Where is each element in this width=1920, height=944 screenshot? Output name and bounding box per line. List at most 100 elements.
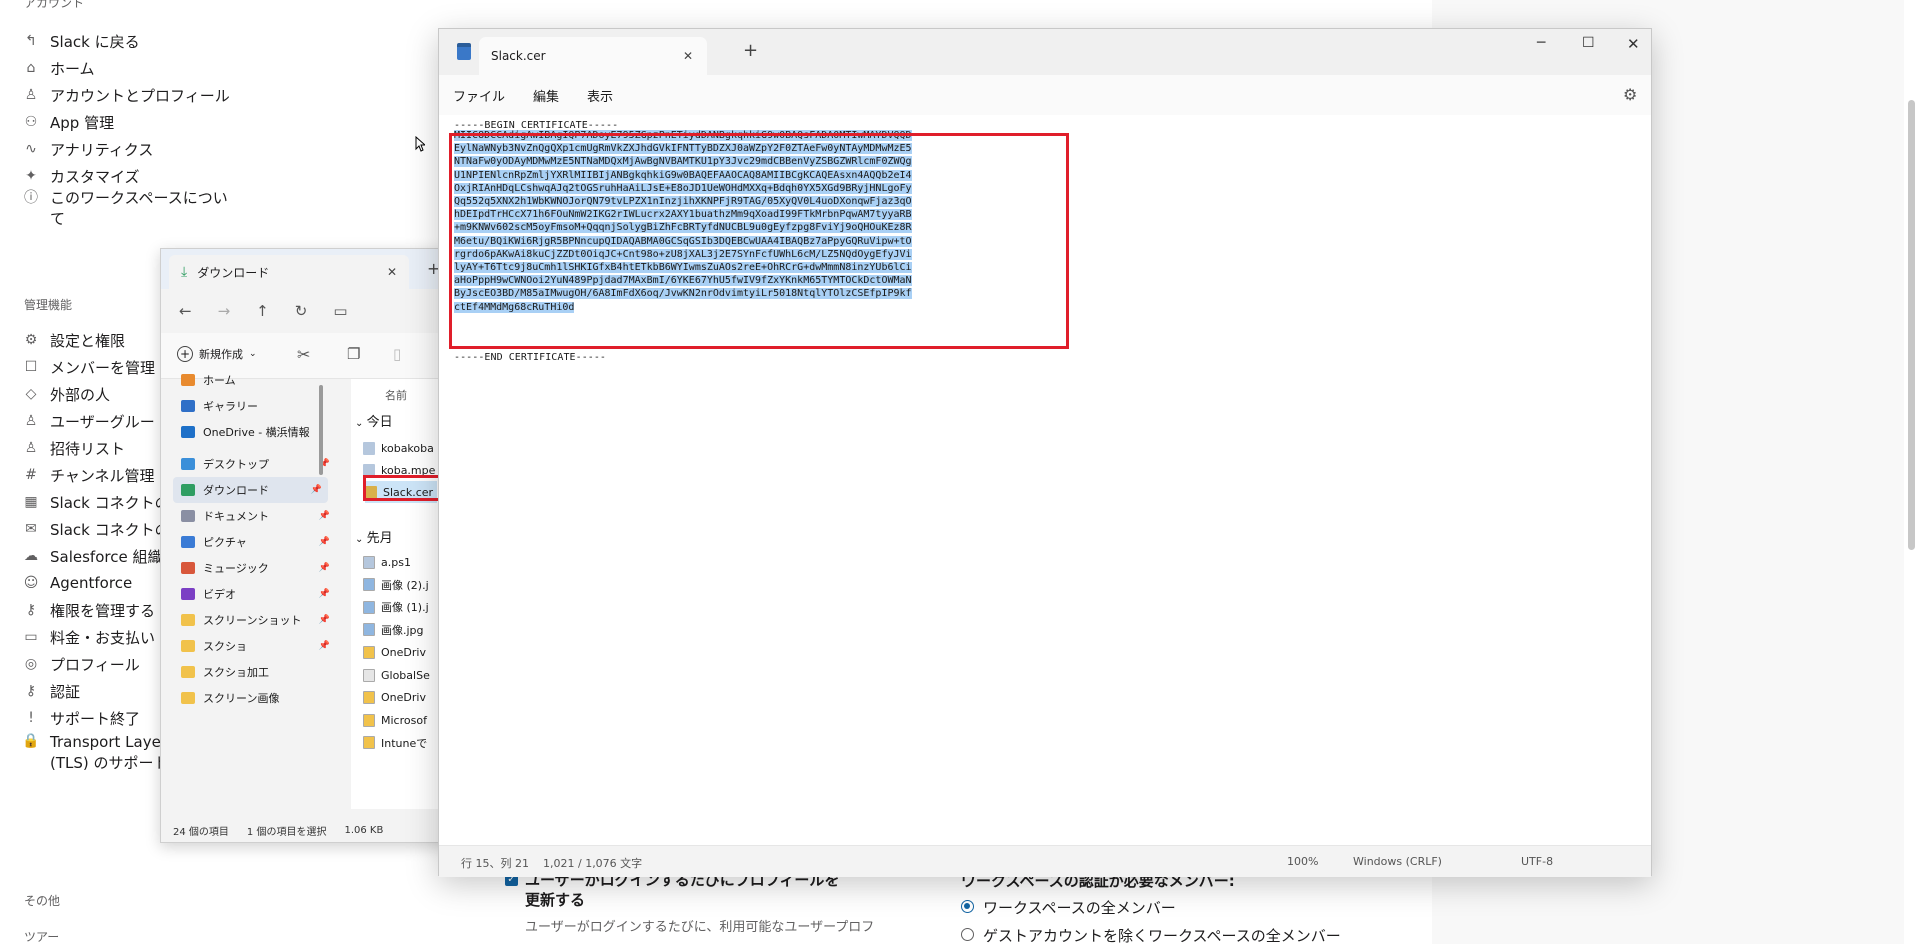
sidebar-admin-item-billing[interactable]: ▭ 料金・お支払い [22, 623, 155, 651]
nav-item[interactable]: ダウンロード 📌 [173, 477, 328, 503]
up-icon[interactable]: ↑ [256, 302, 269, 320]
sidebar-admin-item-slack-connect[interactable]: ▦ Slack コネクトの [22, 488, 169, 516]
sidebar-admin-item-external[interactable]: ◇ 外部の人 [22, 380, 110, 408]
file-item[interactable]: 画像.jpg [363, 619, 424, 641]
sidebar-item-person[interactable]: ♙ アカウントとプロフィール [22, 81, 230, 109]
close-tab-icon[interactable]: ✕ [683, 49, 693, 63]
group-last-month[interactable]: ⌄ 先月 [355, 527, 393, 546]
nav-item[interactable]: ビデオ 📌 [181, 581, 336, 607]
sidebar-item-label: アカウントとプロフィール [50, 86, 230, 105]
file-item[interactable]: 画像 (2).j [363, 574, 429, 596]
file-name: Intuneで [381, 736, 428, 750]
back-icon[interactable]: ← [179, 302, 192, 320]
close-window-icon[interactable]: ✕ [1627, 35, 1640, 53]
globe-icon: ◎ [24, 656, 38, 672]
file-item[interactable]: OneDriv [363, 641, 426, 663]
maximize-icon[interactable]: ☐ [1582, 35, 1595, 51]
sidebar-item-back-arrow[interactable]: ↰ Slack に戻る [22, 27, 139, 55]
sidebar-item-analytics[interactable]: ∿ アナリティクス [22, 135, 153, 163]
file-icon [363, 600, 375, 614]
nav-item[interactable]: スクショ加工 [181, 659, 336, 685]
sidebar-admin-item-alert[interactable]: ! サポート終了 [22, 704, 140, 732]
sidebar-item-info[interactable]: ⓘ このワークスペースについて [22, 188, 240, 230]
menu-view[interactable]: 表示 [587, 86, 613, 105]
nav-item-label: ダウンロード [203, 484, 269, 497]
sidebar-admin-item-settings[interactable]: ⚙ 設定と権限 [22, 326, 125, 354]
nav-item[interactable]: ドキュメント 📌 [181, 503, 336, 529]
cert-highlight-box [449, 133, 1069, 349]
sidebar-admin-item-globe[interactable]: ◎ プロフィール [22, 650, 140, 678]
cut-icon[interactable]: ✂ [297, 345, 310, 364]
new-tab-icon[interactable]: + [743, 40, 758, 61]
explorer-tab-title: ダウンロード [197, 265, 270, 280]
notepad-editor[interactable]: -----BEGIN CERTIFICATE----- MIIC8DCCAdig… [439, 115, 1651, 845]
file-item[interactable]: a.ps1 [363, 551, 411, 573]
explorer-navbar: ← → ↑ ↻ ▭ [161, 289, 459, 333]
sidebar-admin-item-invite[interactable]: ♙ 招待リスト [22, 434, 125, 462]
sidebar-admin-item-salesforce[interactable]: ☁ Salesforce 組織 [22, 542, 162, 570]
radio-all-members[interactable] [961, 900, 974, 913]
radio-except-guests[interactable] [961, 928, 974, 941]
file-item[interactable]: 画像 (1).j [363, 596, 429, 618]
file-item[interactable]: Intuneで [363, 732, 427, 754]
sidebar-admin-item-mail[interactable]: ✉ Slack コネクトの [22, 515, 169, 543]
close-tab-icon[interactable]: ✕ [387, 265, 397, 279]
nav-item[interactable]: OneDrive - 横浜情報 [181, 419, 336, 445]
sidebar-item-customize[interactable]: ✦ カスタマイズ [22, 162, 139, 190]
sidebar-item-label: ホーム [50, 59, 95, 78]
key-icon: ⚷ [25, 602, 37, 618]
sidebar-admin-item-user-group[interactable]: ♙ ユーザーグルー [22, 407, 155, 435]
sidebar-admin-item-auth[interactable]: ⚷ 認証 [22, 677, 80, 705]
file-item[interactable]: kobakoba [363, 437, 434, 459]
sidebar-admin-item-channel[interactable]: # チャンネル管理 [22, 461, 154, 489]
notepad-tab[interactable]: Slack.cer ✕ [479, 37, 707, 75]
status-encoding[interactable]: UTF-8 [1521, 855, 1553, 868]
nav-item[interactable]: スクリーンショット 📌 [181, 607, 336, 633]
sidebar-admin-item-agentforce[interactable]: ☺ Agentforce [22, 569, 132, 597]
menu-edit[interactable]: 編集 [533, 86, 559, 105]
file-icon [363, 578, 375, 592]
sidebar-admin-item-member[interactable]: ☐ メンバーを管理 [22, 353, 155, 381]
nav-item[interactable]: スクリーン画像 [181, 685, 336, 711]
refresh-icon[interactable]: ↻ [295, 302, 308, 320]
nav-item[interactable]: デスクトップ 📌 [181, 451, 336, 477]
nav-item[interactable]: ピクチャ 📌 [181, 529, 336, 555]
page-scrollbar-thumb[interactable] [1908, 100, 1915, 550]
pin-icon: 📌 [318, 537, 330, 547]
folder-icon [181, 640, 195, 652]
sidebar-admin-item-key[interactable]: ⚷ 権限を管理する [22, 596, 155, 624]
file-item[interactable]: OneDriv [363, 687, 426, 709]
paste-icon[interactable]: ▯ [393, 345, 401, 363]
view-icon[interactable]: ▭ [333, 302, 347, 320]
nav-item-label: スクショ [203, 640, 247, 653]
menu-file[interactable]: ファイル [453, 86, 505, 105]
group-today[interactable]: ⌄ 今日 [355, 411, 393, 430]
sidebar-item-label: Salesforce 組織 [50, 547, 163, 566]
column-header-name[interactable]: 名前 [385, 387, 407, 403]
explorer-tab[interactable]: ⤓ ダウンロード ✕ [169, 255, 409, 289]
nav-item[interactable]: ホーム [181, 367, 336, 393]
nav-item[interactable]: ミュージック 📌 [181, 555, 336, 581]
status-eol[interactable]: Windows (CRLF) [1353, 855, 1442, 868]
sidebar-item-label: このワークスペースについて [50, 189, 228, 228]
status-zoom[interactable]: 100% [1287, 855, 1318, 868]
minimize-icon[interactable]: ─ [1537, 35, 1545, 51]
nav-item[interactable]: ギャラリー [181, 393, 336, 419]
file-item[interactable]: Microsof [363, 709, 427, 731]
sidebar-item-label: Agentforce [50, 574, 133, 592]
member-icon: ☐ [24, 359, 38, 375]
external-icon: ◇ [25, 386, 37, 402]
sidebar-item-home[interactable]: ⌂ ホーム [22, 54, 95, 82]
mail-icon: ✉ [25, 521, 37, 537]
file-item[interactable]: GlobalSe [363, 664, 430, 686]
sidebar-item-apps[interactable]: ⚇ App 管理 [22, 108, 114, 136]
gear-icon[interactable]: ⚙ [1623, 85, 1637, 104]
nav-item[interactable]: スクショ 📌 [181, 633, 336, 659]
nav-pane-scrollbar[interactable] [319, 385, 323, 475]
nav-item-label: スクリーンショット [203, 614, 302, 627]
forward-icon[interactable]: → [218, 302, 231, 320]
folder-icon [181, 374, 195, 386]
copy-icon[interactable]: ❐ [347, 345, 360, 363]
notepad-app-icon [457, 43, 471, 60]
new-create-button[interactable]: + 新規作成 ⌄ [177, 346, 257, 362]
